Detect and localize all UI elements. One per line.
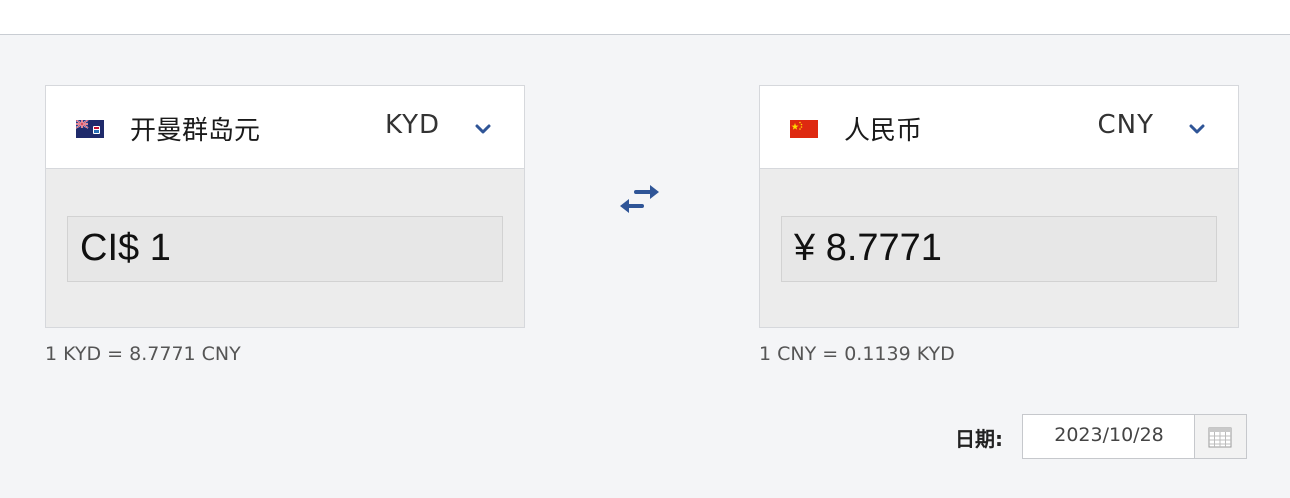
from-currency-selector[interactable]: 开曼群岛元 KYD bbox=[46, 86, 524, 169]
to-rate-text: 1 CNY = 0.1139 KYD bbox=[759, 343, 955, 365]
calendar-icon bbox=[1208, 427, 1232, 448]
to-amount-value: ¥ 8.7771 bbox=[794, 227, 942, 269]
from-rate-text: 1 KYD = 8.7771 CNY bbox=[45, 343, 241, 365]
to-amount-input[interactable]: ¥ 8.7771 bbox=[781, 216, 1217, 282]
calendar-button[interactable] bbox=[1194, 415, 1246, 458]
chevron-down-icon[interactable] bbox=[1186, 118, 1208, 140]
to-currency-code: CNY bbox=[1097, 110, 1154, 140]
to-currency-selector[interactable]: 人民币 CNY bbox=[760, 86, 1238, 169]
date-picker[interactable]: 2023/10/28 bbox=[1022, 414, 1247, 459]
from-currency-name: 开曼群岛元 bbox=[130, 116, 261, 146]
china-flag-icon bbox=[790, 120, 818, 138]
from-currency-code: KYD bbox=[384, 110, 440, 140]
from-amount-value: CI$ 1 bbox=[80, 227, 171, 269]
date-label: 日期: bbox=[955, 427, 1003, 451]
to-currency-panel: 人民币 CNY ¥ 8.7771 bbox=[759, 85, 1239, 328]
from-amount-input[interactable]: CI$ 1 bbox=[67, 216, 503, 282]
date-value[interactable]: 2023/10/28 bbox=[1023, 424, 1195, 446]
cayman-islands-flag-icon bbox=[76, 120, 104, 138]
from-currency-panel: 开曼群岛元 KYD CI$ 1 bbox=[45, 85, 525, 328]
top-bar bbox=[0, 0, 1290, 35]
swap-arrows-icon[interactable] bbox=[614, 180, 664, 220]
chevron-down-icon[interactable] bbox=[472, 118, 494, 140]
to-currency-name: 人民币 bbox=[844, 116, 923, 146]
